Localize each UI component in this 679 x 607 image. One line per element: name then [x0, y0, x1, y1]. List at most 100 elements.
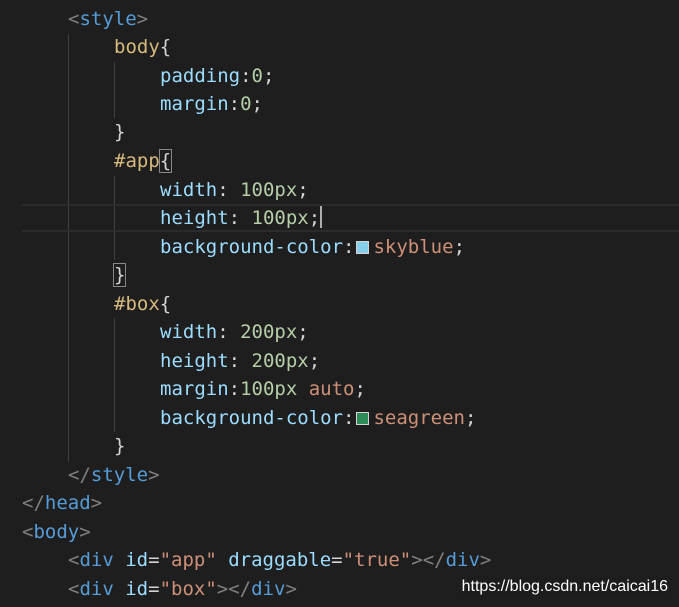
- code-line-box-width[interactable]: width: 200px;: [160, 318, 309, 346]
- code-line-app-selector[interactable]: #app{: [114, 147, 173, 175]
- text-cursor: [320, 206, 323, 228]
- token-punct: >: [479, 549, 492, 571]
- token-colon: :: [343, 407, 355, 429]
- token-value: seagreen: [373, 407, 465, 429]
- code-line-app-close[interactable]: }: [112, 261, 127, 289]
- code-line-style-open[interactable]: <style>: [68, 5, 148, 33]
- token-string: "box": [159, 578, 217, 600]
- token-tag: style: [90, 464, 149, 486]
- token-punct: >: [136, 8, 149, 30]
- token-attribute: id: [113, 578, 149, 600]
- code-line-app-width[interactable]: width: 100px;: [160, 176, 309, 204]
- token-number: 200px: [251, 350, 309, 372]
- token-brace: {: [159, 293, 172, 315]
- code-line-app-height[interactable]: height: 100px;: [160, 204, 323, 232]
- token-brace-matched: {: [158, 149, 173, 173]
- token-equals: =: [331, 549, 343, 571]
- token-tag: body: [33, 521, 80, 543]
- token-property: padding: [160, 65, 241, 87]
- token-punct: <: [68, 549, 80, 571]
- token-brace: }: [114, 121, 126, 143]
- token-punct: </: [228, 578, 252, 600]
- token-punct: <: [68, 8, 80, 30]
- code-line-box-background[interactable]: background-color: seagreen;: [160, 404, 476, 432]
- token-property: margin: [160, 378, 229, 400]
- token-attribute: id: [113, 549, 149, 571]
- token-property: background-color: [160, 407, 344, 429]
- code-line-padding[interactable]: padding:0;: [160, 62, 274, 90]
- code-line-box-margin[interactable]: margin:100px auto;: [160, 375, 366, 403]
- code-line-box-height[interactable]: height: 200px;: [160, 347, 320, 375]
- watermark-url: https://blog.csdn.net/caicai16: [461, 578, 668, 596]
- code-line-box-selector[interactable]: #box{: [114, 290, 171, 318]
- token-number: 0: [251, 65, 263, 87]
- token-property: width: [160, 179, 218, 201]
- token-selector: #box: [114, 293, 160, 315]
- token-semicolon: ;: [308, 207, 321, 229]
- token-number: 200px: [240, 321, 298, 343]
- code-line-style-close[interactable]: </style>: [68, 461, 160, 489]
- token-punct: >: [90, 492, 103, 514]
- token-number: 0: [240, 93, 252, 115]
- code-line-margin[interactable]: margin:0;: [160, 90, 263, 118]
- token-value: skyblue: [373, 236, 454, 258]
- code-editor[interactable]: <style> body{ padding:0; margin:0; } #ap…: [0, 0, 679, 607]
- token-brace-matched: }: [112, 263, 127, 287]
- token-number: 100px: [240, 378, 298, 400]
- token-semicolon: ;: [354, 378, 366, 400]
- token-property: height: [160, 350, 229, 372]
- token-tag: div: [79, 578, 114, 600]
- token-brace: {: [159, 36, 172, 58]
- token-punct: <: [68, 578, 80, 600]
- token-equals: =: [148, 549, 160, 571]
- token-tag: style: [79, 8, 137, 30]
- token-colon: :: [228, 378, 241, 400]
- color-swatch-seagreen[interactable]: [356, 412, 370, 425]
- token-punct: </: [22, 492, 45, 514]
- token-tag: div: [79, 549, 114, 571]
- token-semicolon: ;: [297, 321, 309, 343]
- token-colon: :: [217, 179, 241, 201]
- color-swatch-skyblue[interactable]: [356, 241, 370, 254]
- token-punct: <: [22, 521, 34, 543]
- token-string: "app": [159, 549, 217, 571]
- token-colon: :: [240, 65, 252, 87]
- token-number: 100px: [240, 179, 298, 201]
- token-tag: head: [44, 492, 91, 514]
- token-colon: :: [228, 93, 241, 115]
- current-line-highlight: [22, 204, 679, 232]
- code-line-body-selector[interactable]: body{: [114, 33, 171, 61]
- token-punct: </: [422, 549, 446, 571]
- token-attribute: draggable: [216, 549, 332, 571]
- indent-guide: [68, 34, 69, 462]
- code-line-head-close[interactable]: </head>: [22, 489, 102, 517]
- code-line-div-box[interactable]: <div id="box"></div>: [68, 575, 297, 603]
- token-equals: =: [148, 578, 160, 600]
- token-selector: body: [114, 36, 160, 58]
- code-line-body-close[interactable]: }: [114, 118, 125, 146]
- token-semicolon: ;: [262, 65, 275, 87]
- code-line-div-app[interactable]: <div id="app" draggable="true"></div>: [68, 546, 491, 574]
- token-semicolon: ;: [308, 350, 321, 372]
- token-property: background-color: [160, 236, 344, 258]
- code-line-box-close[interactable]: }: [114, 432, 125, 460]
- token-colon: :: [228, 350, 252, 372]
- token-number: 100px: [251, 207, 309, 229]
- token-semicolon: ;: [465, 407, 477, 429]
- token-colon: :: [228, 207, 252, 229]
- token-string: "true": [342, 549, 412, 571]
- token-tag: div: [251, 578, 286, 600]
- token-punct: >: [216, 578, 229, 600]
- token-property: height: [160, 207, 229, 229]
- indent-guide: [114, 62, 115, 118]
- token-punct: >: [148, 464, 160, 486]
- token-punct: >: [79, 521, 91, 543]
- token-property: width: [160, 321, 218, 343]
- token-colon: :: [217, 321, 241, 343]
- code-line-body-open[interactable]: <body>: [22, 518, 91, 546]
- token-semicolon: ;: [297, 179, 309, 201]
- token-colon: :: [343, 236, 355, 258]
- token-punct: </: [68, 464, 91, 486]
- code-line-app-background[interactable]: background-color: skyblue;: [160, 233, 465, 261]
- token-punct: >: [285, 578, 297, 600]
